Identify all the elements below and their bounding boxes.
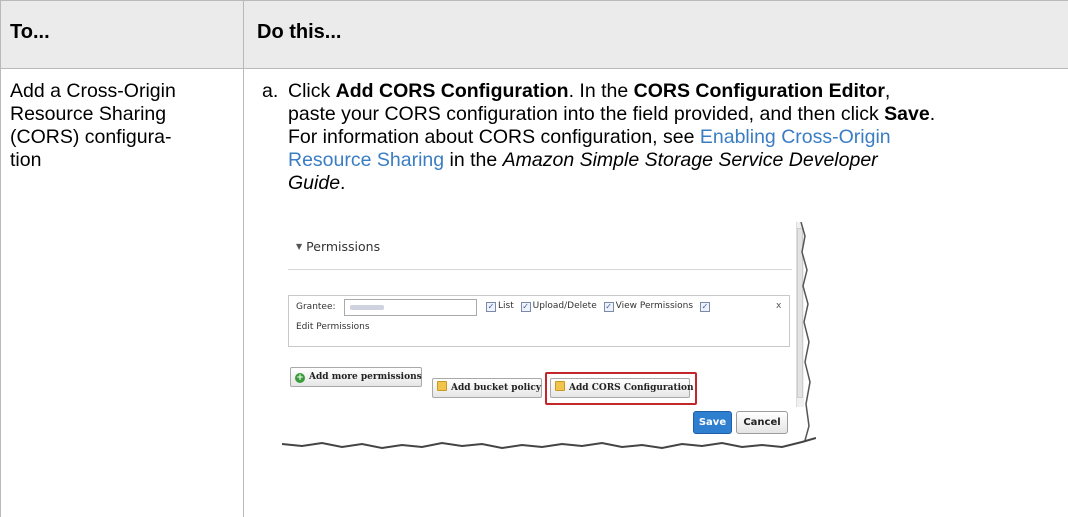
table-header-row — [0, 0, 1068, 68]
collapse-triangle-icon: ▼ — [296, 242, 303, 251]
step-letter: a. — [262, 80, 279, 102]
cors-doc-link[interactable]: Enabling Cross-Origin — [700, 126, 891, 148]
step-line: paste your CORS configuration into the f… — [288, 103, 936, 125]
checkbox-view-permissions[interactable]: ✓ — [603, 302, 614, 312]
step-line: For information about CORS configuration… — [288, 126, 891, 148]
edit-permissions-label: Edit Permissions — [296, 322, 370, 332]
step-line: Guide. — [288, 172, 346, 194]
header-divider — [0, 68, 1068, 69]
task-line: Add a Cross-Origin — [10, 80, 176, 102]
add-bucket-policy-button[interactable]: Add bucket policy — [432, 378, 542, 398]
instruction-cell: a. Click Add CORS Configuration. In the … — [262, 80, 1068, 195]
remove-grantee-icon[interactable]: x — [776, 301, 781, 311]
cancel-button[interactable]: Cancel — [736, 411, 788, 434]
permission-checkboxes: ✓ List ✓ Upload/Delete ✓ View Permissions ✓ — [486, 301, 710, 312]
step-a: a. Click Add CORS Configuration. In the … — [262, 80, 1068, 195]
grantee-redacted-value — [350, 305, 384, 310]
plus-icon: + — [295, 373, 305, 383]
task-line: (CORS) configura- — [10, 126, 172, 148]
cors-highlight-box — [545, 372, 697, 405]
permissions-title[interactable]: ▼ Permissions — [296, 239, 380, 254]
column-header-do-this: Do this... — [257, 21, 342, 43]
table-left-border — [0, 0, 1, 517]
column-divider — [243, 0, 244, 517]
add-more-permissions-button[interactable]: + Add more permissions — [290, 367, 422, 387]
checkbox-upload-delete[interactable]: ✓ — [520, 302, 531, 312]
save-button[interactable]: Save — [693, 411, 732, 434]
cors-doc-link-cont[interactable]: Resource Sharing — [288, 149, 444, 171]
task-cell: Add a Cross-Origin Resource Sharing (COR… — [10, 80, 242, 172]
step-line: Resource Sharing in the Amazon Simple St… — [288, 149, 878, 171]
task-line: Resource Sharing — [10, 103, 167, 125]
torn-edge-bottom — [282, 437, 816, 458]
checkbox-edit-permissions[interactable]: ✓ — [699, 302, 710, 312]
column-header-to: To... — [10, 21, 50, 43]
grantee-label: Grantee: — [296, 302, 336, 312]
step-line: Click Add CORS Configuration. In the COR… — [288, 80, 891, 102]
document-icon — [437, 381, 447, 391]
table-top-border — [0, 0, 1068, 1]
task-line: tion — [10, 149, 42, 171]
checkbox-list[interactable]: ✓ — [486, 302, 496, 312]
torn-edge-right — [800, 222, 817, 458]
